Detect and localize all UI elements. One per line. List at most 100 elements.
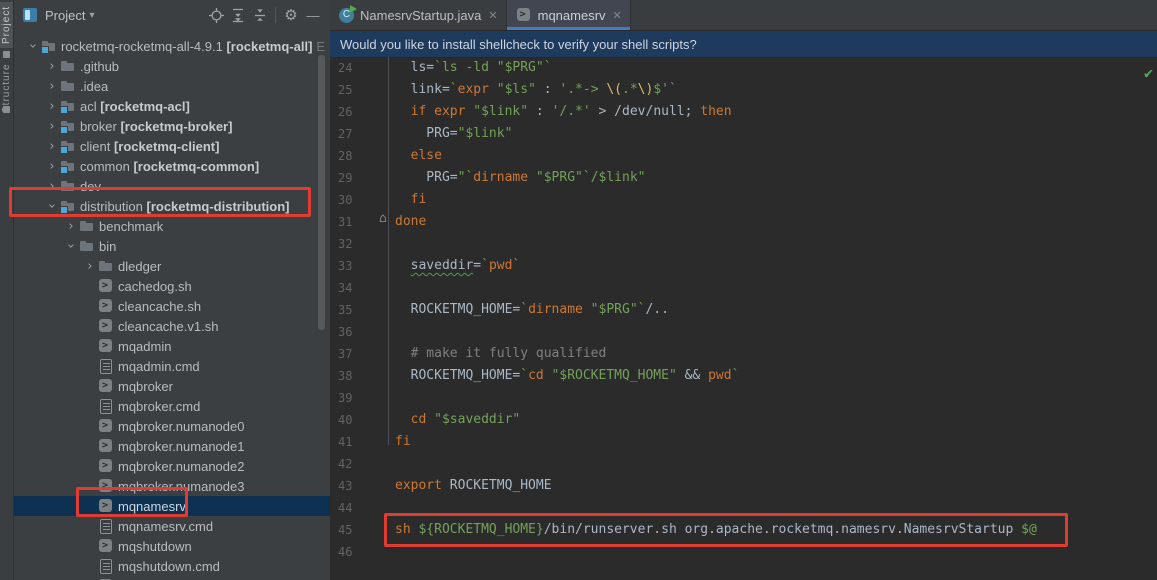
chevron-down-icon[interactable]: › bbox=[63, 238, 79, 254]
tree-row[interactable]: mqbroker.numanode1 bbox=[13, 436, 330, 456]
code-line[interactable]: 43 export ROCKETMQ_HOME bbox=[330, 475, 1157, 497]
chevron-right-icon[interactable]: › bbox=[44, 158, 60, 174]
code-line[interactable]: 31 done bbox=[330, 211, 1157, 233]
code-line[interactable]: 39 bbox=[330, 387, 1157, 409]
tree-row[interactable]: cleancache.sh bbox=[13, 296, 330, 316]
code-line[interactable]: 25 link=`expr "$ls" : '.*-> \(.*\)$'` bbox=[330, 79, 1157, 101]
locate-file-icon[interactable] bbox=[205, 4, 227, 26]
project-stripe-icon[interactable] bbox=[3, 51, 10, 58]
tree-row[interactable]: › broker [rocketmq-broker] bbox=[13, 116, 330, 136]
code-text[interactable]: cd "$saveddir" bbox=[395, 409, 521, 431]
tree-row[interactable]: › .github bbox=[13, 56, 330, 76]
tree-row[interactable]: cachedog.sh bbox=[13, 276, 330, 296]
chevron-right-icon[interactable]: › bbox=[44, 58, 60, 74]
code-line[interactable]: 28 else bbox=[330, 145, 1157, 167]
tree-row[interactable]: mqadmin bbox=[13, 336, 330, 356]
code-text[interactable]: export ROCKETMQ_HOME bbox=[395, 475, 552, 497]
code-text[interactable]: done bbox=[395, 211, 426, 233]
folder-icon bbox=[60, 158, 78, 174]
tab-close-icon[interactable]: ✕ bbox=[488, 9, 497, 22]
folder-icon bbox=[60, 58, 78, 74]
hide-panel-icon[interactable]: — bbox=[302, 4, 324, 26]
code-line[interactable]: 40 cd "$saveddir" bbox=[330, 409, 1157, 431]
line-number: 25 bbox=[338, 83, 353, 97]
code-text[interactable]: fi bbox=[395, 189, 427, 211]
tree-row[interactable]: › .idea bbox=[13, 76, 330, 96]
code-line[interactable]: 26 if expr "$link" : '/.*' > /dev/null; … bbox=[330, 101, 1157, 123]
tree-row[interactable]: › acl [rocketmq-acl] bbox=[13, 96, 330, 116]
code-line[interactable]: 41 fi bbox=[330, 431, 1157, 453]
tree-row[interactable]: mqshutdown bbox=[13, 536, 330, 556]
editor-tab[interactable]: mqnamesrv ✕ bbox=[506, 0, 631, 30]
tree-item-label: bin bbox=[99, 238, 117, 254]
tree-row[interactable]: › rocketmq-rocketmq-all-4.9.1 [rocketmq-a… bbox=[13, 36, 330, 56]
inspections-ok-icon[interactable]: ✔ bbox=[1144, 64, 1153, 82]
chevron-right-icon[interactable]: › bbox=[82, 258, 98, 274]
code-text[interactable]: else bbox=[395, 145, 442, 167]
chevron-right-icon[interactable]: › bbox=[44, 78, 60, 94]
panel-title[interactable]: Project bbox=[45, 8, 85, 23]
code-text[interactable]: ROCKETMQ_HOME=`cd "$ROCKETMQ_HOME" && pw… bbox=[395, 365, 740, 387]
tree-row[interactable]: › dledger bbox=[13, 256, 330, 276]
code-line[interactable]: 33 saveddir=`pwd` bbox=[330, 255, 1157, 277]
tree-row[interactable]: mqadmin.cmd bbox=[13, 356, 330, 376]
tree-row[interactable]: › client [rocketmq-client] bbox=[13, 136, 330, 156]
line-number: 38 bbox=[338, 369, 353, 383]
chevron-down-icon[interactable]: ▾ bbox=[89, 10, 94, 21]
tree-row[interactable]: › benchmark bbox=[13, 216, 330, 236]
line-number: 26 bbox=[338, 105, 353, 119]
project-view-icon bbox=[23, 8, 37, 22]
expand-all-icon[interactable] bbox=[227, 4, 249, 26]
module-badge-icon bbox=[60, 126, 68, 134]
code-line[interactable]: 34 bbox=[330, 277, 1157, 299]
tab-close-icon[interactable]: ✕ bbox=[613, 9, 622, 22]
line-number: 35 bbox=[338, 303, 353, 317]
chevron-right-icon[interactable]: › bbox=[63, 218, 79, 234]
code-line[interactable]: 32 bbox=[330, 233, 1157, 255]
runnable-overlay-icon bbox=[350, 4, 357, 13]
tree-row[interactable]: › common [rocketmq-common] bbox=[13, 156, 330, 176]
tree-row[interactable]: mqnamesrv.cmd bbox=[13, 516, 330, 536]
tree-row[interactable]: cleancache.v1.sh bbox=[13, 316, 330, 336]
settings-gear-icon[interactable]: ⚙ bbox=[280, 4, 302, 26]
tree-row[interactable]: os.sh bbox=[13, 576, 330, 580]
code-viewport[interactable]: 24 ls=`ls -ld "$PRG"` 25 link=`expr "$ls"… bbox=[330, 57, 1157, 580]
stripe-button-structure[interactable]: Structure bbox=[0, 63, 13, 113]
chevron-right-icon[interactable]: › bbox=[44, 138, 60, 154]
code-line[interactable]: 38 ROCKETMQ_HOME=`cd "$ROCKETMQ_HOME" &&… bbox=[330, 365, 1157, 387]
code-text[interactable]: # make it fully qualified bbox=[395, 343, 607, 365]
tree-row[interactable]: mqbroker.numanode0 bbox=[13, 416, 330, 436]
chevron-right-icon[interactable]: › bbox=[44, 118, 60, 134]
structure-stripe-icon[interactable] bbox=[3, 106, 10, 113]
fold-region-end-icon[interactable]: ⌂ bbox=[379, 212, 387, 225]
code-text[interactable]: saveddir=`pwd` bbox=[395, 255, 521, 277]
code-line[interactable]: 35 ROCKETMQ_HOME=`dirname "$PRG"`/.. bbox=[330, 299, 1157, 321]
tree-row[interactable]: mqshutdown.cmd bbox=[13, 556, 330, 576]
code-line[interactable]: 37 # make it fully qualified bbox=[330, 343, 1157, 365]
code-text[interactable]: PRG="$link" bbox=[395, 123, 512, 145]
code-text[interactable]: ls=`ls -ld "$PRG"` bbox=[395, 57, 552, 79]
collapse-all-icon[interactable] bbox=[249, 4, 271, 26]
tree-row[interactable]: mqbroker.cmd bbox=[13, 396, 330, 416]
code-text[interactable]: link=`expr "$ls" : '.*-> \(.*\)$'` bbox=[395, 79, 677, 101]
code-line[interactable]: 27 PRG="$link" bbox=[330, 123, 1157, 145]
code-line[interactable]: 29 PRG="`dirname "$PRG"`/$link" bbox=[330, 167, 1157, 189]
code-text[interactable]: if expr "$link" : '/.*' > /dev/null; the… bbox=[395, 101, 732, 123]
tree-row[interactable]: › bin bbox=[13, 236, 330, 256]
editor-tab[interactable]: NamesrvStartup.java ✕ bbox=[330, 0, 507, 30]
stripe-button-project[interactable]: Project bbox=[0, 2, 13, 48]
shell-file-icon bbox=[98, 278, 116, 294]
code-line[interactable]: 42 bbox=[330, 453, 1157, 475]
code-line[interactable]: 30 fi bbox=[330, 189, 1157, 211]
code-line[interactable]: 36 bbox=[330, 321, 1157, 343]
code-text[interactable]: fi bbox=[395, 431, 411, 453]
tree-row[interactable]: mqbroker.numanode2 bbox=[13, 456, 330, 476]
tree-row[interactable]: mqbroker bbox=[13, 376, 330, 396]
code-text[interactable]: ROCKETMQ_HOME=`dirname "$PRG"`/.. bbox=[395, 299, 669, 321]
shell-file-icon bbox=[98, 298, 116, 314]
chevron-right-icon[interactable]: › bbox=[44, 98, 60, 114]
code-line[interactable]: 24 ls=`ls -ld "$PRG"` bbox=[330, 57, 1157, 79]
tree-scrollbar-thumb[interactable] bbox=[318, 55, 325, 330]
code-text[interactable]: PRG="`dirname "$PRG"`/$link" bbox=[395, 167, 645, 189]
chevron-down-icon[interactable]: › bbox=[25, 38, 41, 54]
